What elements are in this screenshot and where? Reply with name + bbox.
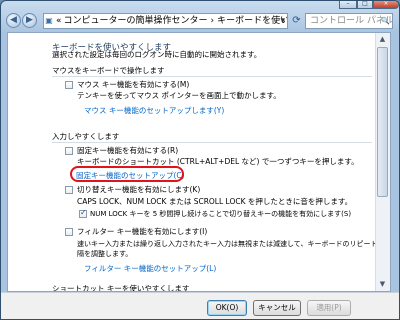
mousekeys-label[interactable]: マウス キー機能を有効にする(M) bbox=[77, 80, 189, 90]
close-button[interactable]: × bbox=[373, 1, 399, 9]
scrollbar-thumb[interactable] bbox=[377, 47, 388, 197]
ok-button[interactable]: OK(O) bbox=[207, 300, 247, 316]
breadcrumb-parent[interactable]: コンピューターの簡単操作センター bbox=[64, 16, 208, 26]
numlock-toggle-label[interactable]: NUM LOCK キーを 5 秒間押し続けることで切り替えキーの機能を有効にしま… bbox=[90, 209, 351, 219]
filter-keys-setup-link[interactable]: フィルター キー機能のセットアップ(L) bbox=[84, 263, 216, 274]
search-icon[interactable]: 🔍 bbox=[381, 14, 390, 28]
filter-keys-label[interactable]: フィルター キー機能を有効にします(I) bbox=[77, 227, 207, 237]
content-pane: キーボードを使いやすくします 選択された設定は毎回のログオン時に自動的に開始され… bbox=[7, 32, 391, 292]
filter-keys-checkbox[interactable] bbox=[65, 228, 73, 236]
address-bar[interactable]: ▣«コンピューターの簡単操作センター›キーボードを使いやすくします ▾ bbox=[43, 13, 288, 29]
filter-keys-description-cont: 隔を調整します。 bbox=[77, 250, 133, 258]
maximize-button[interactable]: □ bbox=[357, 1, 373, 9]
forward-icon[interactable]: ▶ bbox=[22, 13, 37, 28]
vertical-scrollbar[interactable]: ▲ ▼ bbox=[375, 33, 390, 291]
search-input[interactable]: コントロール パネルの検索 🔍 bbox=[305, 13, 393, 29]
address-dropdown-icon[interactable]: ▾ bbox=[280, 14, 285, 28]
highlight-oval bbox=[70, 166, 184, 182]
scroll-down-icon[interactable]: ▼ bbox=[376, 278, 389, 291]
page-subtitle: 選択された設定は毎回のログオン時に自動的に開始されます。 bbox=[52, 50, 262, 59]
toggle-keys-description: CAPS LOCK、NUM LOCK または SCROLL LOCK を押したと… bbox=[77, 197, 353, 206]
back-icon[interactable]: ◀ bbox=[6, 13, 21, 28]
section-title-shortcut: ショートカット キーを使いやすくします bbox=[52, 284, 190, 292]
apply-button[interactable]: 適用(P) bbox=[307, 300, 351, 316]
title-bar: – □ × bbox=[1, 1, 399, 11]
mousekeys-description: テンキーを使ってマウス ポインターを画面上で動かします。 bbox=[77, 91, 281, 100]
control-panel-icon: ▣ bbox=[45, 16, 53, 25]
minimize-button[interactable]: – bbox=[339, 1, 357, 9]
filter-keys-description: 速いキー入力または繰り返し入力されたキー入力は無視または減速して、キーボードのリ… bbox=[77, 240, 385, 248]
toggle-keys-label[interactable]: 切り替えキー機能を有効にします(K) bbox=[77, 185, 200, 195]
numlock-toggle-checkbox[interactable] bbox=[79, 208, 87, 218]
mousekeys-checkbox[interactable] bbox=[65, 81, 73, 89]
cancel-button[interactable]: キャンセル bbox=[253, 300, 301, 316]
sticky-keys-checkbox[interactable] bbox=[65, 147, 73, 155]
sticky-keys-label[interactable]: 固定キー機能を有効にする(R) bbox=[77, 146, 178, 156]
breadcrumb-separator[interactable]: › bbox=[208, 16, 218, 26]
refresh-icon[interactable]: ⟳ bbox=[290, 13, 303, 29]
divider bbox=[52, 76, 372, 77]
window: – □ × ◀ ▶ ▣«コンピューターの簡単操作センター›キーボードを使いやすく… bbox=[0, 0, 400, 320]
section-title-typing: 入力しやすくします bbox=[52, 132, 120, 141]
toggle-keys-checkbox[interactable] bbox=[65, 186, 73, 194]
breadcrumb-overflow[interactable]: « bbox=[54, 16, 64, 26]
mousekeys-setup-link[interactable]: マウス キー機能のセットアップします(Y) bbox=[84, 105, 224, 116]
scroll-up-icon[interactable]: ▲ bbox=[376, 33, 389, 46]
button-bar: OK(O) キャンセル 適用(P) bbox=[1, 292, 399, 319]
breadcrumb-current: キーボードを使いやすくします bbox=[217, 16, 287, 26]
divider bbox=[52, 142, 372, 143]
section-title-mouse: マウスをキーボードで操作します bbox=[52, 66, 165, 75]
